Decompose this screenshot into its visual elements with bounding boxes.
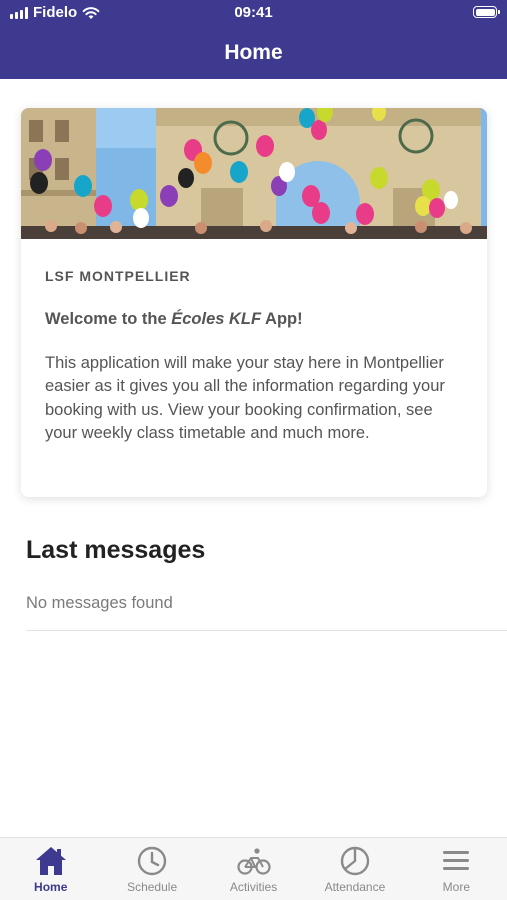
status-time: 09:41 xyxy=(234,4,273,21)
welcome-suffix: App! xyxy=(261,310,303,328)
tab-attendance[interactable]: Attendance xyxy=(304,838,405,900)
tab-home[interactable]: Home xyxy=(0,838,101,900)
tab-schedule-label: Schedule xyxy=(127,880,178,894)
tab-more[interactable]: More xyxy=(406,838,507,900)
status-bar: Fidelo 09:41 xyxy=(0,0,507,26)
clock-icon xyxy=(137,846,167,876)
welcome-prefix: Welcome to the xyxy=(45,310,172,328)
welcome-card: LSF MONTPELLIER Welcome to the Écoles KL… xyxy=(21,108,487,497)
tab-activities-label: Activities xyxy=(229,880,278,894)
page-header: Home xyxy=(0,26,507,79)
tab-activities[interactable]: Activities xyxy=(203,838,304,900)
menu-icon xyxy=(443,851,470,870)
welcome-description: This application will make your stay her… xyxy=(45,354,445,442)
tab-schedule[interactable]: Schedule xyxy=(101,838,202,900)
tab-home-label: Home xyxy=(34,880,68,894)
card-body: LSF MONTPELLIER Welcome to the Écoles KL… xyxy=(45,239,463,445)
home-icon xyxy=(35,847,66,875)
tab-more-label: More xyxy=(442,880,470,894)
battery-icon xyxy=(473,6,500,18)
bottom-tab-bar: Home Schedule Activities Attendance More xyxy=(0,837,507,900)
welcome-app-name: Écoles KLF xyxy=(171,310,262,328)
school-name: LSF MONTPELLIER xyxy=(45,268,191,284)
welcome-heading: Welcome to the Écoles KLF App! xyxy=(45,310,463,329)
pie-chart-icon xyxy=(340,846,370,876)
bicycle-icon xyxy=(236,848,271,875)
messages-divider xyxy=(26,630,507,631)
last-messages-title: Last messages xyxy=(26,536,206,564)
tab-attendance-label: Attendance xyxy=(324,880,386,894)
no-messages-text: No messages found xyxy=(26,594,173,612)
page-title: Home xyxy=(224,40,283,64)
hero-image-balloons xyxy=(21,108,487,239)
